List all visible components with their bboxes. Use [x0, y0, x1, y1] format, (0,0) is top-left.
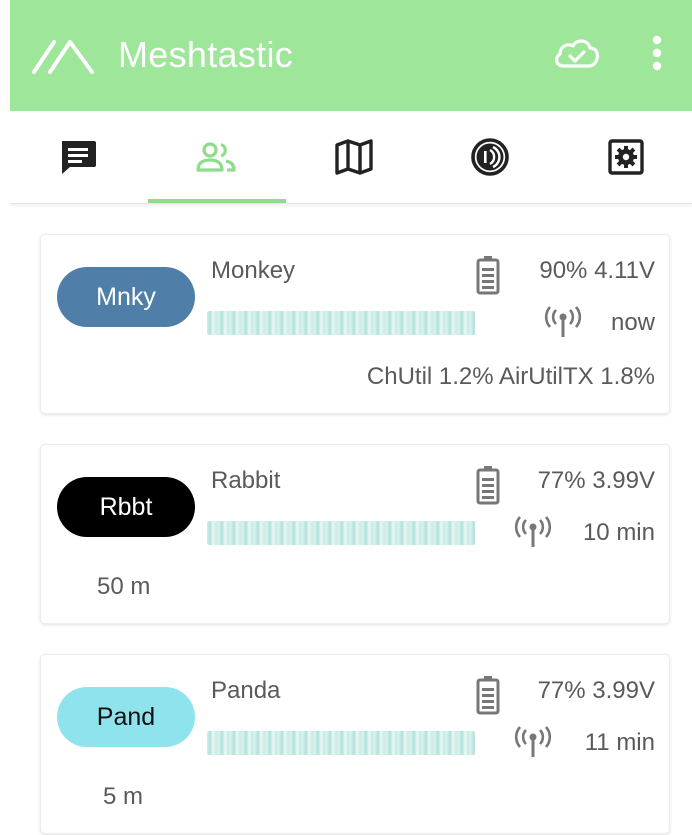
- node-short-name-chip[interactable]: Pand: [57, 687, 195, 747]
- people-icon: [196, 142, 236, 172]
- battery-level: 77% 3.99V: [537, 677, 655, 704]
- meshtastic-logo-icon: [32, 40, 94, 74]
- node-distance: 50 m: [97, 573, 151, 600]
- node-id-redacted: [207, 311, 475, 335]
- tab-messages[interactable]: [10, 111, 146, 203]
- node-id-redacted: [207, 731, 475, 755]
- app-frame: Meshtastic Mnky Monkey 90% 4.11V now ChU…: [10, 0, 692, 835]
- node-long-name: Panda: [211, 677, 281, 704]
- chat-icon: [62, 141, 96, 174]
- tab-settings[interactable]: [558, 111, 692, 203]
- app-title: Meshtastic: [118, 34, 294, 75]
- tab-channel[interactable]: [422, 111, 558, 203]
- tab-map[interactable]: [286, 111, 422, 203]
- node-card-monkey[interactable]: Mnky Monkey 90% 4.11V now ChUtil 1.2% Ai…: [40, 234, 670, 414]
- node-card-rabbit[interactable]: Rbbt Rabbit 77% 3.99V 10 min 50 m: [40, 444, 670, 624]
- last-heard: 11 min: [584, 729, 655, 756]
- signal-antenna-icon: [544, 306, 582, 337]
- channel-utilization: ChUtil 1.2% AirUtilTX 1.8%: [366, 363, 655, 390]
- signal-channel-icon: [471, 138, 509, 176]
- node-short-name-chip[interactable]: Mnky: [57, 267, 195, 327]
- node-long-name: Monkey: [211, 257, 296, 284]
- last-heard: now: [610, 309, 655, 336]
- node-card-panda[interactable]: Pand Panda 77% 3.99V 11 min 5 m: [40, 654, 670, 834]
- tab-nodes[interactable]: [148, 111, 284, 203]
- connection-status-button[interactable]: [552, 34, 602, 74]
- app-bar: Meshtastic: [10, 0, 692, 111]
- battery-icon: [476, 676, 500, 715]
- node-distance: 5 m: [103, 783, 144, 810]
- battery-level: 90% 4.11V: [539, 257, 655, 284]
- overflow-menu-button[interactable]: [642, 32, 672, 76]
- tab-bar: [10, 111, 692, 204]
- last-heard: 10 min: [582, 519, 655, 546]
- node-short-name-chip[interactable]: Rbbt: [57, 477, 195, 537]
- node-id-redacted: [207, 521, 475, 545]
- battery-level: 77% 3.99V: [537, 467, 655, 494]
- battery-icon: [476, 256, 500, 295]
- more-vert-icon: [652, 35, 662, 71]
- settings-gear-icon: [608, 139, 644, 175]
- signal-antenna-icon: [514, 516, 552, 547]
- node-long-name: Rabbit: [211, 467, 281, 494]
- selected-tab-indicator: [148, 199, 286, 203]
- battery-icon: [476, 466, 500, 505]
- signal-antenna-icon: [514, 726, 552, 757]
- map-icon: [335, 139, 373, 175]
- cloud-check-icon: [554, 39, 600, 68]
